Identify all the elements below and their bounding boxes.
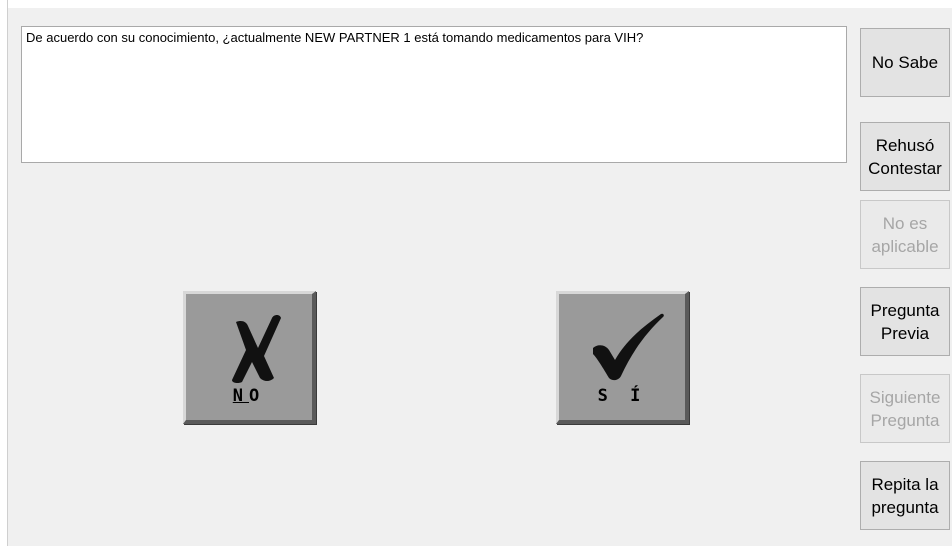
- yes-answer-label: S Í: [597, 386, 647, 406]
- question-text-box: De acuerdo con su conocimiento, ¿actualm…: [21, 26, 847, 163]
- no-answer-label: NO: [232, 386, 266, 406]
- checkmark-icon: [593, 313, 664, 381]
- top-border: [0, 0, 952, 8]
- survey-window: De acuerdo con su conocimiento, ¿actualm…: [0, 0, 952, 546]
- no-answer-button[interactable]: NO: [183, 291, 316, 424]
- yes-answer-button[interactable]: S Í: [556, 291, 689, 424]
- previous-question-button[interactable]: Pregunta Previa: [860, 287, 950, 356]
- left-border: [0, 0, 8, 546]
- not-applicable-button[interactable]: No es aplicable: [860, 200, 950, 269]
- repeat-question-button[interactable]: Repita la pregunta: [860, 461, 950, 530]
- next-question-button[interactable]: Siguiente Pregunta: [860, 374, 950, 443]
- refused-button[interactable]: Rehusó Contestar: [860, 122, 950, 191]
- question-text: De acuerdo con su conocimiento, ¿actualm…: [26, 30, 644, 45]
- dont-know-button[interactable]: No Sabe: [860, 28, 950, 97]
- x-mark-icon: [232, 315, 281, 384]
